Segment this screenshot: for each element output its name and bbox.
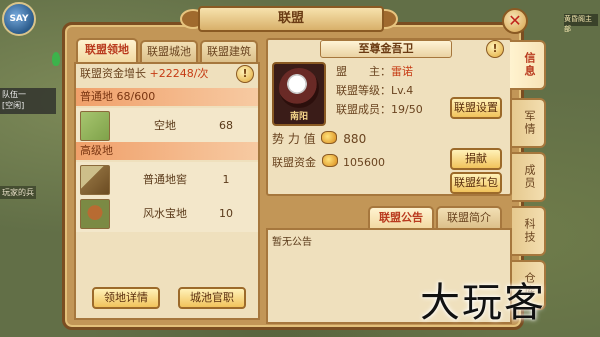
list-item[interactable]: 风水宝地 10 [76,196,258,232]
power-value: 880 [343,132,367,146]
funds-row: 联盟资金 105600 [272,154,385,170]
grass-tile-icon [80,111,110,141]
alliance-name: 至尊金吾卫 [320,40,452,58]
level-row: 联盟等级：Lv.4 [336,82,413,98]
alliance-settings-button[interactable]: 联盟设置 [450,97,502,119]
tab-notice[interactable]: 联盟公告 [368,206,434,228]
members-label: 联盟成员： [336,103,391,116]
side-tab-members[interactable]: 成员 [512,152,546,202]
advanced-land-header: 高级地 [76,142,258,160]
land-name: 风水宝地 [143,207,187,220]
funds-growth: 联盟资金增长 +22248/次 [76,64,258,84]
leader-value: 雷诺 [391,65,413,78]
emblem-city: 南阳 [289,112,308,122]
funds-label: 联盟资金 [272,156,316,169]
power-icon [321,131,338,144]
info-icon[interactable]: ! [236,65,254,83]
notice-text: 暂无公告 [272,237,312,248]
members-value: 19/50 [391,103,423,116]
land-name: 空地 [154,119,176,132]
city-officials-button[interactable]: 城池官职 [178,287,246,309]
squad-name: 队伍一 [2,90,26,99]
level-value: Lv.4 [391,84,414,97]
leader-row: 盟 主：雷诺 [336,63,413,79]
tab-cities[interactable]: 联盟城池 [140,40,198,62]
emblem-crest-icon [279,68,319,108]
level-label: 联盟等级： [336,84,391,97]
info-icon[interactable]: ! [486,40,504,58]
cellar-icon [80,165,110,195]
leader-label: 盟 主： [336,65,391,78]
hud-label: 黄昏阁主部 [564,14,598,33]
land-count: 68 [219,119,233,132]
members-row: 联盟成员：19/50 [336,101,423,117]
power-label: 势 力 值 [272,132,316,146]
red-packet-button[interactable]: 联盟红包 [450,172,502,194]
window-title: 联盟 [198,6,384,32]
funds-growth-label: 联盟资金增长 [80,67,146,80]
map-pin-icon [52,52,60,66]
list-item[interactable]: 普通地窖 1 [76,162,258,198]
gold-coin-icon [321,154,338,167]
land-name: 普通地窖 [143,173,187,186]
side-tab-info[interactable]: 信息 [510,40,546,90]
close-button[interactable]: ✕ [502,8,528,34]
squad-card[interactable]: 队伍一 [空闲] [0,88,56,114]
funds-growth-value: +22248/次 [149,67,209,80]
map-label: 玩家的兵 [0,186,36,199]
game-logo-icon[interactable]: SAY [2,2,36,36]
power-row: 势 力 值 880 [272,130,366,147]
alliance-emblem: 南阳 [272,62,326,126]
list-item[interactable]: 空地 68 [76,108,258,144]
fengshui-icon [80,199,110,229]
land-count: 1 [222,173,230,186]
land-count: 10 [219,207,233,220]
donate-button[interactable]: 捐献 [450,148,502,170]
squad-status: [空闲] [2,101,25,110]
side-tab-tech[interactable]: 科技 [512,206,546,256]
tab-buildings[interactable]: 联盟建筑 [200,40,258,62]
funds-value: 105600 [343,156,385,169]
territory-details-button[interactable]: 领地详情 [92,287,160,309]
side-tab-intel[interactable]: 军情 [512,98,546,148]
normal-land-header: 普通地 68/600 [76,88,258,106]
tab-territory[interactable]: 联盟领地 [76,38,138,62]
watermark: 大玩客 [420,280,546,326]
tab-intro[interactable]: 联盟简介 [436,206,502,228]
